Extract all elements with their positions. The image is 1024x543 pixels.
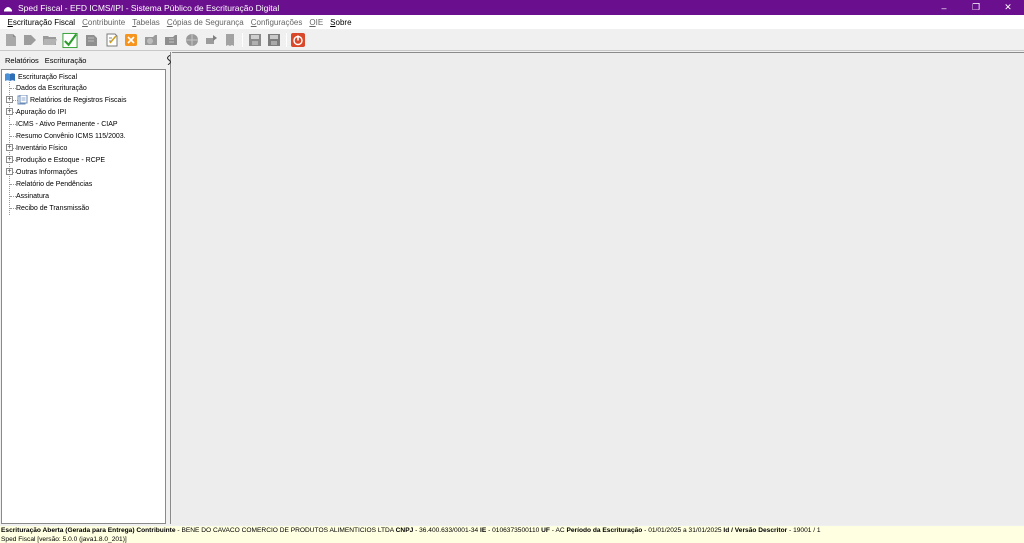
book-icon bbox=[5, 73, 15, 81]
status-ie-label: IE bbox=[480, 527, 487, 534]
transmit-icon[interactable] bbox=[203, 32, 219, 48]
tree-item-producao-e-estoque-rcpe[interactable]: Produção e Estoque - RCPE bbox=[16, 154, 105, 166]
toolbar-separator bbox=[286, 33, 287, 47]
forward-arrow-icon[interactable] bbox=[22, 32, 38, 48]
status-contribuinte-label: Contribuinte bbox=[136, 527, 176, 534]
tree-item-icms-ativo-permanente-ciap[interactable]: ICMS - Ativo Permanente - CIAP bbox=[16, 118, 118, 130]
menu-oie[interactable]: OIE bbox=[306, 18, 327, 27]
left-panel-tabs: Relatórios Escrituração bbox=[0, 52, 167, 68]
sign-icon[interactable] bbox=[83, 32, 99, 48]
menu-contribuinte[interactable]: Contribuinte bbox=[79, 18, 129, 27]
expand-toggle[interactable]: + bbox=[6, 156, 13, 163]
tree-root-label: Escrituração Fiscal bbox=[18, 73, 78, 81]
restore-button[interactable]: ❐ bbox=[960, 0, 992, 15]
status-bar-primary: Escrituração Aberta (Gerada para Entrega… bbox=[0, 526, 1024, 535]
toolbar-separator bbox=[242, 33, 243, 47]
tab-escrituracao[interactable]: Escrituração bbox=[45, 56, 87, 65]
expand-toggle[interactable]: + bbox=[6, 168, 13, 175]
menu-tabelas[interactable]: Tabelas bbox=[129, 18, 164, 27]
expand-toggle[interactable]: + bbox=[6, 108, 13, 115]
menu-copias-de-seguranca[interactable]: Cópias de Segurança bbox=[163, 18, 247, 27]
status-bar-version: Sped Fiscal [versão: 5.0.0 (java1.8.0_20… bbox=[0, 535, 1024, 543]
status-versao-value: 19001 / 1 bbox=[793, 527, 821, 534]
title-bar: Sped Fiscal - EFD ICMS/IPI - Sistema Púb… bbox=[0, 0, 1024, 15]
status-periodo-label: Período da Escrituração bbox=[566, 527, 643, 534]
import-icon[interactable] bbox=[143, 32, 159, 48]
status-ie-value: 0106373500110 bbox=[492, 527, 540, 534]
status-versao-label: Id / Versão Descritor bbox=[723, 527, 788, 534]
receipt-icon[interactable] bbox=[222, 32, 238, 48]
close-icon[interactable] bbox=[123, 32, 139, 48]
tree-item-dados-da-escrituracao[interactable]: Dados da Escrituração bbox=[16, 82, 87, 94]
status-escrituracao: Escrituração Aberta (Gerada para Entrega… bbox=[1, 527, 135, 534]
tree-item-recibo-de-transmissao[interactable]: Recibo de Transmissão bbox=[16, 202, 89, 214]
status-cnpj-value: 36.400.633/0001-34 bbox=[419, 527, 479, 534]
menu-sobre[interactable]: Sobre bbox=[327, 18, 355, 27]
status-uf-value: AC bbox=[555, 527, 565, 534]
export-icon[interactable] bbox=[163, 32, 179, 48]
tab-relatorios[interactable]: Relatórios bbox=[5, 56, 39, 65]
close-window-button[interactable]: ✕ bbox=[992, 0, 1024, 15]
save-icon[interactable] bbox=[247, 32, 263, 48]
validate-check-icon[interactable] bbox=[62, 32, 78, 48]
tree-item-outras-informacoes[interactable]: Outras Informações bbox=[16, 166, 77, 178]
tree-item-relatorio-de-pendencias[interactable]: Relatório de Pendências bbox=[16, 178, 92, 190]
left-panel: Relatórios Escrituração Escrituração Fis… bbox=[0, 52, 167, 524]
expand-toggle[interactable]: + bbox=[6, 96, 13, 103]
panel-splitter[interactable] bbox=[166, 52, 172, 524]
status-periodo-value: 01/01/2025 a 31/01/2025 bbox=[648, 527, 722, 534]
tree-item-relatorios-de-registros-fiscais[interactable]: Relatórios de Registros Fiscais bbox=[17, 94, 126, 106]
status-uf-label: UF bbox=[541, 527, 550, 534]
new-file-icon[interactable] bbox=[3, 32, 19, 48]
expand-toggle[interactable]: + bbox=[6, 144, 13, 151]
menu-bar: Escrituração Fiscal Contribuinte Tabelas… bbox=[0, 15, 1024, 29]
splitter-grip-icon[interactable] bbox=[166, 54, 172, 66]
power-icon[interactable] bbox=[290, 32, 306, 48]
save-as-icon[interactable] bbox=[266, 32, 282, 48]
tree-view: Escrituração Fiscal Dados da Escrituraçã… bbox=[1, 69, 166, 524]
status-contribuinte-value: BENE DO CAVACO COMERCIO DE PRODUTOS ALIM… bbox=[181, 527, 394, 534]
tree-item-resumo-convenio-icms[interactable]: Resumo Convênio ICMS 115/2003. bbox=[16, 130, 126, 142]
menu-configuracoes[interactable]: Configurações bbox=[247, 18, 306, 27]
globe-icon[interactable] bbox=[184, 32, 200, 48]
status-cnpj-label: CNPJ bbox=[395, 527, 414, 534]
reports-icon bbox=[17, 95, 28, 105]
tree-item-assinatura[interactable]: Assinatura bbox=[16, 190, 49, 202]
edit-document-icon[interactable] bbox=[104, 32, 120, 48]
toolbar bbox=[0, 29, 1024, 51]
tree-item-inventario-fisico[interactable]: Inventário Físico bbox=[16, 142, 67, 154]
main-content-area bbox=[172, 52, 1024, 525]
app-icon bbox=[4, 6, 12, 11]
menu-escrituracao-fiscal[interactable]: Escrituração Fiscal bbox=[4, 18, 79, 27]
window-title: Sped Fiscal - EFD ICMS/IPI - Sistema Púb… bbox=[18, 2, 280, 13]
open-folder-icon[interactable] bbox=[42, 32, 58, 48]
minimize-button[interactable]: – bbox=[928, 0, 960, 15]
tree-item-apuracao-do-ipi[interactable]: Apuração do IPI bbox=[16, 106, 66, 118]
